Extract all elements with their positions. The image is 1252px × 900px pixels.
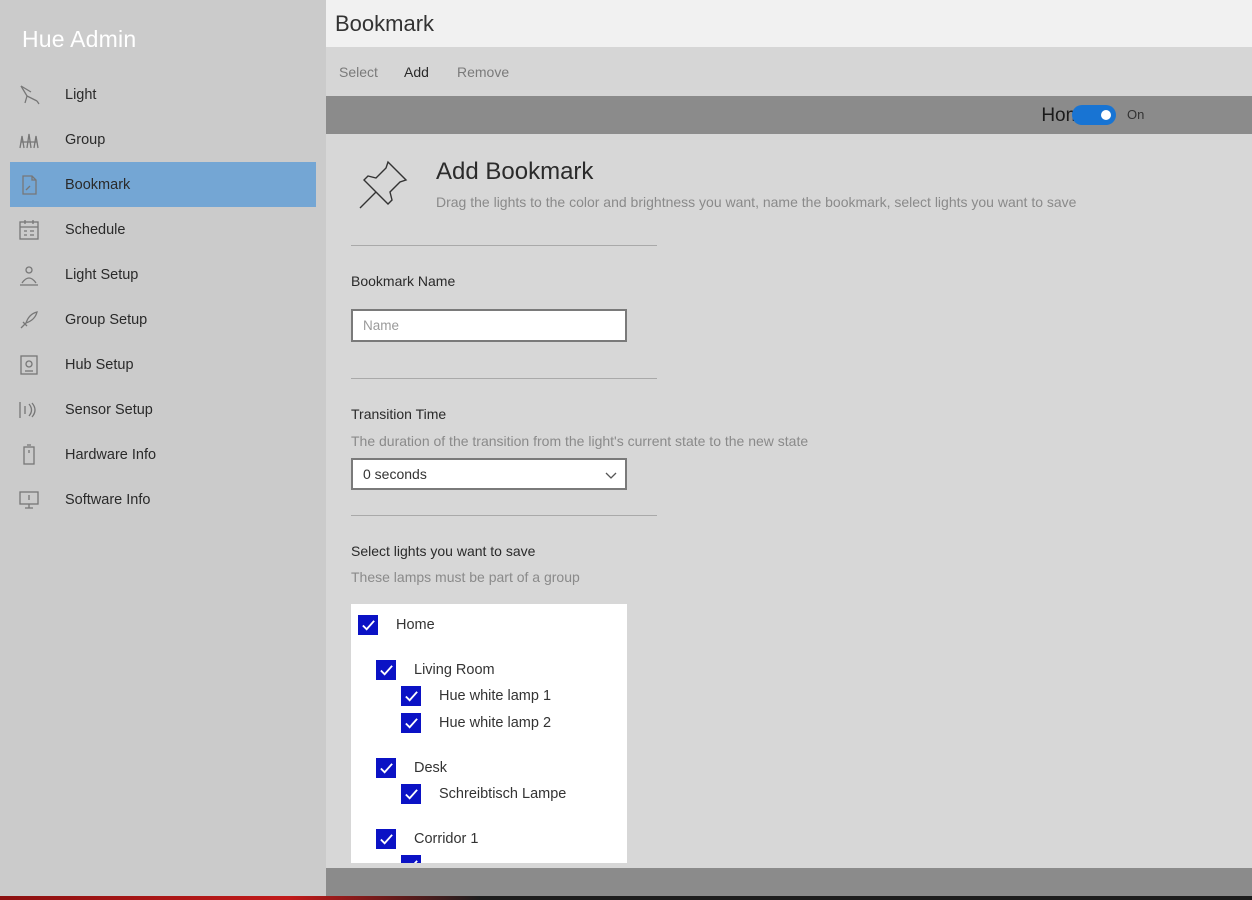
tree-item-label: Living Room [414, 662, 495, 678]
pin-icon [354, 156, 412, 214]
sidebar-item-label: Schedule [65, 221, 126, 238]
bookmark-document-icon [16, 172, 42, 198]
checkbox[interactable] [376, 829, 396, 849]
add-bookmark-form: Add Bookmark Drag the lights to the colo… [326, 134, 1252, 868]
hardware-icon [16, 442, 42, 468]
chevron-down-icon [605, 468, 617, 480]
page-title: Bookmark [335, 11, 435, 36]
checkbox[interactable] [376, 758, 396, 778]
tree-item-home[interactable]: Home [358, 615, 435, 635]
taskbar [0, 896, 1252, 900]
home-toggle[interactable] [1072, 105, 1116, 125]
checkbox[interactable] [401, 784, 421, 804]
tree-item-hue-white-lamp-2[interactable]: Hue white lamp 2 [401, 713, 551, 733]
divider [351, 245, 657, 246]
form-heading: Add Bookmark [436, 158, 594, 185]
tree-item-living-room[interactable]: Living Room [376, 660, 495, 680]
sidebar-item-hardware-info[interactable]: Hardware Info [10, 432, 316, 477]
sidebar-item-light[interactable]: Light [10, 72, 316, 117]
sidebar-item-group[interactable]: Group [10, 117, 316, 162]
add-button[interactable]: Add [404, 64, 429, 80]
sidebar-item-hub-setup[interactable]: Hub Setup [10, 342, 316, 387]
sidebar-item-label: Hardware Info [65, 446, 157, 463]
sidebar-item-bookmark[interactable]: Bookmark [10, 162, 316, 207]
divider [351, 378, 657, 379]
toggle-knob [1101, 110, 1111, 120]
select-lights-hint: These lamps must be part of a group [351, 569, 580, 585]
transition-time-value: 0 seconds [363, 466, 427, 482]
checkbox[interactable] [401, 686, 421, 706]
select-lights-label: Select lights you want to save [351, 543, 536, 559]
select-button[interactable]: Select [339, 64, 378, 80]
divider [351, 515, 657, 516]
light-setup-icon [16, 262, 42, 288]
app-title: Hue Admin [22, 26, 137, 52]
tree-item-desk[interactable]: Desk [376, 758, 447, 778]
tree-item-label: Corridor 1 [414, 831, 479, 847]
tree-item-corridor-1[interactable]: Corridor 1 [376, 829, 478, 849]
tree-item-label: Schreibtisch Lampe [439, 786, 567, 802]
taskbar-accent [0, 896, 480, 900]
checkbox[interactable] [376, 660, 396, 680]
sidebar-item-group-setup[interactable]: Group Setup [10, 297, 316, 342]
lights-tree[interactable]: Home Living Room Hue white lamp 1 Hue wh… [351, 604, 627, 863]
sidebar-item-label: Bookmark [65, 176, 131, 193]
checkbox[interactable] [401, 713, 421, 733]
sidebar-item-label: Software Info [65, 491, 151, 508]
lamp-icon [16, 82, 42, 108]
monitor-icon [16, 487, 42, 513]
checkbox[interactable] [401, 855, 421, 863]
toggle-state-label: On [1127, 107, 1145, 122]
calendar-icon [16, 217, 42, 243]
bottom-bar [326, 868, 1252, 896]
home-bar: Home On [326, 96, 1252, 134]
sidebar-item-software-info[interactable]: Software Info [10, 477, 316, 522]
sidebar-item-label: Sensor Setup [65, 401, 153, 418]
tree-item-hue-white-lamp-1[interactable]: Hue white lamp 1 [401, 686, 551, 706]
remove-button[interactable]: Remove [457, 64, 509, 80]
checkbox[interactable] [358, 615, 378, 635]
group-lamps-icon [16, 127, 42, 153]
sidebar-item-sensor-setup[interactable]: Sensor Setup [10, 387, 316, 432]
tree-item-label: Home [396, 617, 435, 633]
sidebar-item-label: Group [65, 131, 106, 148]
bookmark-name-input[interactable] [351, 309, 627, 342]
hub-icon [16, 352, 42, 378]
group-setup-icon [16, 307, 42, 333]
transition-time-hint: The duration of the transition from the … [351, 433, 809, 449]
sidebar-nav: Light Group Bookmark Schedule Light Setu… [10, 72, 316, 522]
sidebar-item-label: Group Setup [65, 311, 148, 328]
main-panel: Bookmark Select Add Remove Home On Add B… [326, 0, 1252, 896]
sidebar-item-light-setup[interactable]: Light Setup [10, 252, 316, 297]
title-bar: Bookmark [326, 0, 1252, 47]
sidebar-item-schedule[interactable]: Schedule [10, 207, 316, 252]
transition-time-select[interactable]: 0 seconds [351, 458, 627, 490]
tree-item-label: Hue white lamp 1 [439, 688, 552, 704]
tree-item-label: Hue white lamp 2 [439, 715, 552, 731]
tree-item-partial[interactable] [401, 855, 439, 863]
sidebar: Hue Admin Light Group Bookmark Schedule [0, 0, 326, 896]
transition-time-label: Transition Time [351, 406, 447, 422]
bookmark-name-label: Bookmark Name [351, 273, 456, 289]
sidebar-item-label: Light Setup [65, 266, 139, 283]
sensor-icon [16, 397, 42, 423]
tree-item-label: Desk [414, 760, 448, 776]
sidebar-item-label: Hub Setup [65, 356, 134, 373]
tree-item-schreibtisch-lampe[interactable]: Schreibtisch Lampe [401, 784, 566, 804]
form-description: Drag the lights to the color and brightn… [436, 194, 1077, 210]
command-bar: Select Add Remove [326, 47, 1252, 96]
sidebar-item-label: Light [65, 86, 97, 103]
